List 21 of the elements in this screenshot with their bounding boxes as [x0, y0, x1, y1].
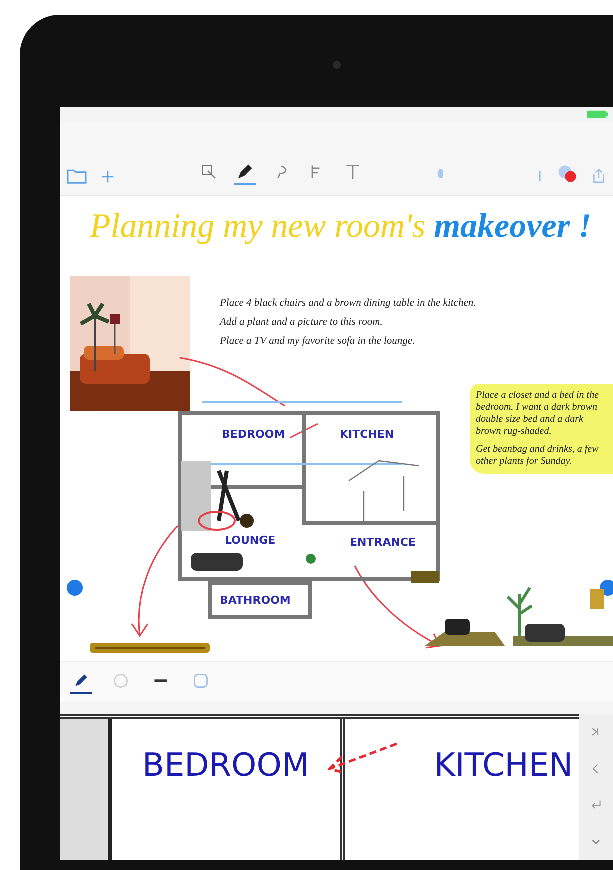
room-label: ENTRANCE: [350, 536, 416, 549]
handwritten-note: Place a TV and my favorite sofa in the lounge.: [220, 335, 416, 349]
room-label: KITCHEN: [340, 428, 394, 441]
share-icon[interactable]: [591, 167, 607, 185]
folder-icon[interactable]: [66, 167, 88, 185]
notification-icon[interactable]: [557, 163, 579, 185]
room-label: LOUNGE: [225, 534, 276, 547]
resize-handle[interactable]: [67, 580, 83, 596]
handwritten-note: Get beanbag and drinks, a few other plants for Sunday.: [476, 444, 600, 468]
room-label: BEDROOM: [222, 428, 286, 441]
room-label: BEDROOM: [142, 746, 310, 784]
room-label: KITCHEN: [434, 746, 573, 784]
handwritten-note: Place a closet and a bed in the bedroom. I want a dark brown double size bed and a dark brown rug-shaded.: [476, 390, 600, 438]
camera-icon: [333, 61, 341, 69]
room-label: BATHROOM: [220, 594, 291, 607]
battery-icon: [587, 110, 609, 119]
handwritten-note: Add a plant and a picture to this room.: [220, 316, 384, 330]
return-icon[interactable]: [590, 799, 602, 812]
handwritten-title: Planning my new room's makeover !: [90, 208, 592, 246]
plus-icon[interactable]: [100, 169, 116, 185]
handwritten-note: Place 4 black chairs and a brown dining table in the kitchen.: [220, 297, 478, 311]
